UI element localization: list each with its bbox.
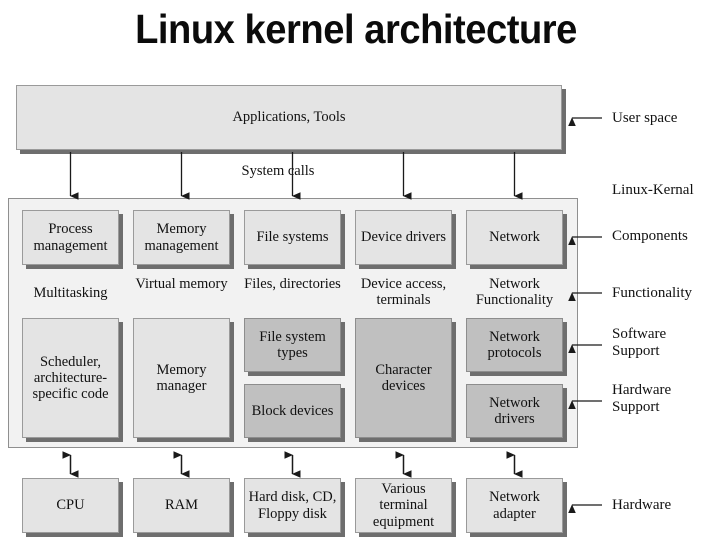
component-box-memory-management[interactable]: Memory management bbox=[133, 210, 230, 265]
hardware-support-text: Hardware Support bbox=[612, 382, 672, 415]
component-box-network[interactable]: Network bbox=[466, 210, 563, 265]
hardware-label: RAM bbox=[164, 497, 199, 514]
hardware-label: CPU bbox=[56, 497, 85, 514]
support-box-network-protocols[interactable]: Network protocols bbox=[466, 318, 563, 372]
hardware-box-terminal-equipment[interactable]: Various terminal equipment bbox=[355, 478, 452, 533]
component-label: Process management bbox=[33, 221, 108, 254]
hardware-support-label: Hardware Support bbox=[612, 382, 712, 416]
support-label: Block devices bbox=[251, 402, 334, 419]
component-box-process-management[interactable]: Process management bbox=[22, 210, 119, 265]
functionality-text-virtual-memory: Virtual memory bbox=[135, 276, 228, 292]
hardware-bus-arrows bbox=[62, 451, 523, 478]
component-box-file-systems[interactable]: File systems bbox=[244, 210, 341, 265]
hardware-label: Network adapter bbox=[489, 489, 540, 522]
component-label: Memory management bbox=[144, 221, 219, 254]
support-label: Network protocols bbox=[487, 328, 542, 361]
functionality-label: Functionality bbox=[612, 285, 692, 301]
software-support-text: Software Support bbox=[612, 326, 667, 359]
software-support-label: Software Support bbox=[612, 326, 712, 360]
support-box-block-devices[interactable]: Block devices bbox=[244, 384, 341, 438]
support-label: Memory manager bbox=[156, 361, 207, 394]
support-box-network-drivers[interactable]: Network drivers bbox=[466, 384, 563, 438]
hardware-box-network-adapter[interactable]: Network adapter bbox=[466, 478, 563, 533]
component-box-device-drivers[interactable]: Device drivers bbox=[355, 210, 452, 265]
linux-kernel-label: Linux-Kernal bbox=[612, 182, 694, 198]
support-box-scheduler[interactable]: Scheduler, architecture-specific code bbox=[22, 318, 119, 438]
component-label: Device drivers bbox=[361, 229, 446, 246]
functionality-text-multitasking: Multitasking bbox=[33, 285, 108, 301]
functionality-text-network-functionality: Network Functionality bbox=[475, 276, 554, 309]
page-title: Linux kernel architecture bbox=[135, 6, 577, 52]
hardware-box-disk[interactable]: Hard disk, CD, Floppy disk bbox=[244, 478, 341, 533]
support-box-character-devices[interactable]: Character devices bbox=[355, 318, 452, 438]
hardware-box-ram[interactable]: RAM bbox=[133, 478, 230, 533]
support-label: File system types bbox=[259, 328, 326, 361]
support-label: Scheduler, architecture-specific code bbox=[32, 353, 109, 403]
hardware-label: Hard disk, CD, Floppy disk bbox=[248, 489, 337, 522]
system-calls-label: System calls bbox=[241, 163, 315, 179]
applications-tools-label: Applications, Tools bbox=[232, 109, 346, 126]
support-box-file-system-types[interactable]: File system types bbox=[244, 318, 341, 372]
component-label: Network bbox=[489, 229, 540, 246]
support-label: Network drivers bbox=[489, 394, 540, 427]
hardware-label: Various terminal equipment bbox=[372, 481, 435, 530]
support-label: Character devices bbox=[375, 361, 432, 394]
applications-tools-box[interactable]: Applications, Tools bbox=[16, 85, 562, 150]
hardware-box-cpu[interactable]: CPU bbox=[22, 478, 119, 533]
user-space-label: User space bbox=[612, 110, 678, 126]
support-box-memory-manager[interactable]: Memory manager bbox=[133, 318, 230, 438]
components-label: Components bbox=[612, 228, 688, 244]
component-label: File systems bbox=[256, 229, 329, 246]
functionality-text-files-directories: Files, directories bbox=[244, 276, 341, 292]
functionality-text-device-access: Device access, terminals bbox=[360, 276, 447, 309]
hardware-label-side: Hardware bbox=[612, 497, 672, 513]
